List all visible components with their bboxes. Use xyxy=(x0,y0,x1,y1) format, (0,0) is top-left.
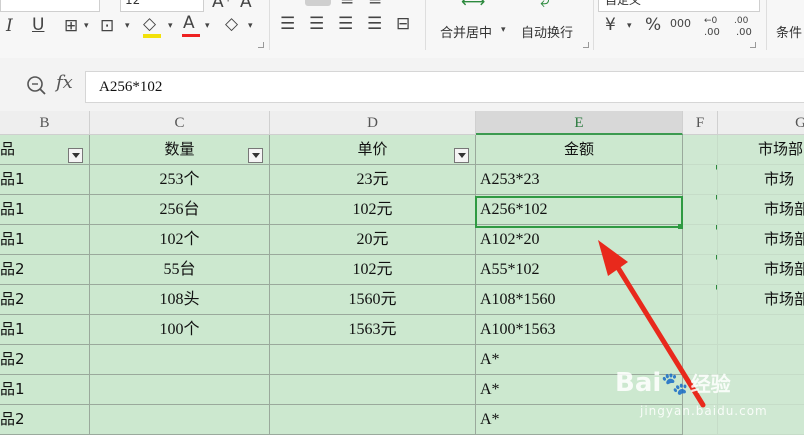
watermark-brand: Bai xyxy=(615,368,662,398)
red-arrow-head xyxy=(598,240,628,276)
watermark-brand-cn: 经验 xyxy=(690,372,731,396)
watermark-url: jingyan.baidu.com xyxy=(640,404,768,418)
paw-icon: 🐾 xyxy=(661,372,689,397)
watermark-logo: Bai🐾 经验 xyxy=(615,368,731,398)
